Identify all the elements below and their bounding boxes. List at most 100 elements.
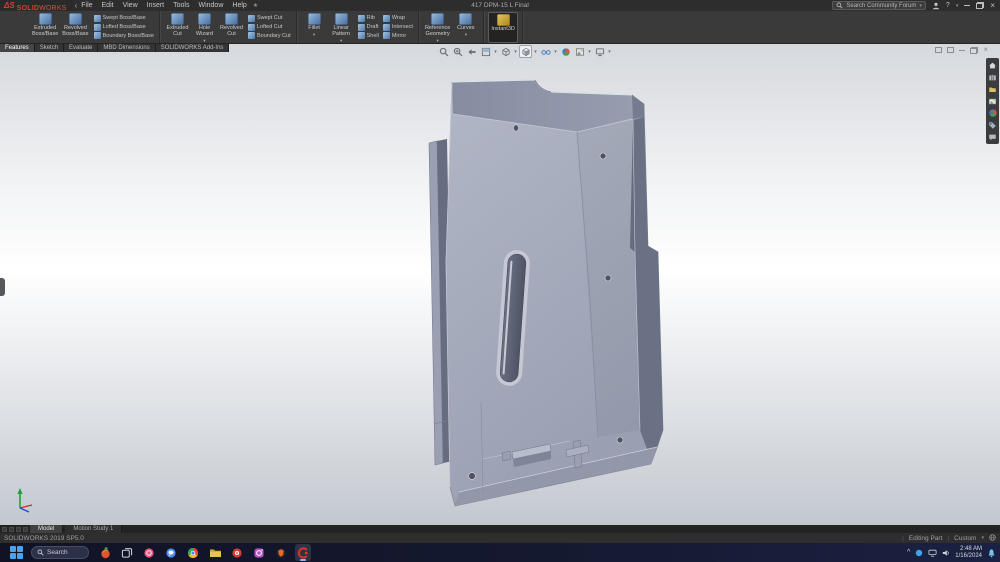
- extruded-cut-button[interactable]: ExtrudedCut: [164, 12, 191, 43]
- tab-evaluate[interactable]: Evaluate: [64, 44, 98, 52]
- previous-view-icon[interactable]: [465, 45, 478, 58]
- view-palette-icon[interactable]: [988, 96, 998, 106]
- fillet-button[interactable]: Fillet▾: [301, 12, 328, 43]
- tab-nav-next-icon[interactable]: [16, 527, 21, 532]
- design-library-icon[interactable]: [988, 72, 998, 82]
- hidden-icons-chevron[interactable]: ^: [907, 549, 910, 556]
- menu-back-chevron-icon[interactable]: ‹: [75, 1, 78, 10]
- window-cascade-icon[interactable]: [935, 47, 942, 53]
- dropdown-caret-icon[interactable]: ▾: [607, 49, 612, 55]
- menu-view[interactable]: View: [123, 0, 138, 11]
- lofted-cut-button[interactable]: Lofted Cut: [248, 23, 291, 32]
- dropdown-caret-icon[interactable]: ▾: [493, 49, 498, 55]
- units-selector[interactable]: Custom: [954, 535, 976, 542]
- curves-button[interactable]: Curves▾: [452, 12, 479, 43]
- featuremanager-collapsed-tab[interactable]: [0, 278, 5, 296]
- help-icon[interactable]: ?: [946, 2, 950, 9]
- dropdown-caret-icon[interactable]: ▾: [340, 38, 342, 43]
- revolved-cut-button[interactable]: RevolvedCut: [218, 12, 245, 43]
- taskbar-search-box[interactable]: Search: [31, 546, 89, 559]
- part-3d-scene[interactable]: [0, 52, 1000, 525]
- menu-tools[interactable]: Tools: [173, 0, 189, 11]
- section-view-icon[interactable]: [479, 45, 492, 58]
- chrome-app-icon[interactable]: [185, 544, 201, 561]
- close-icon[interactable]: ×: [990, 2, 995, 10]
- pin-icon[interactable]: ★: [253, 2, 258, 9]
- swept-cut-button[interactable]: Swept Cut: [248, 14, 291, 23]
- linear-pattern-button[interactable]: LinearPattern▾: [328, 12, 355, 43]
- search-caret-icon[interactable]: ▾: [919, 3, 922, 9]
- tab-nav-prev-icon[interactable]: [9, 527, 14, 532]
- restore-icon[interactable]: [976, 2, 984, 9]
- apply-scene-icon[interactable]: [573, 45, 586, 58]
- zoom-area-icon[interactable]: [451, 45, 464, 58]
- instant3d-button[interactable]: Instant3D: [488, 12, 518, 43]
- menu-edit[interactable]: Edit: [102, 0, 114, 11]
- part-3d-model[interactable]: [429, 80, 663, 506]
- solidworks-resources-icon[interactable]: [988, 60, 998, 70]
- widgets-button[interactable]: [97, 544, 113, 561]
- graphics-area[interactable]: [0, 52, 1000, 525]
- media-app-icon[interactable]: [229, 544, 245, 561]
- menu-insert[interactable]: Insert: [147, 0, 165, 11]
- revolved-boss-base-button[interactable]: RevolvedBoss/Base: [60, 12, 90, 43]
- solidworks-app-icon[interactable]: [295, 544, 311, 561]
- taskbar-clock[interactable]: 2:48 AM 1/16/2024: [955, 546, 982, 559]
- edit-appearance-icon[interactable]: [559, 45, 572, 58]
- zoom-fit-icon[interactable]: [437, 45, 450, 58]
- doc-minimize-icon[interactable]: [959, 50, 965, 51]
- menu-help[interactable]: Help: [232, 0, 246, 11]
- tray-blue-icon[interactable]: [915, 544, 923, 562]
- chat-app-icon[interactable]: [163, 544, 179, 561]
- tab-model[interactable]: Model: [30, 525, 63, 533]
- intersect-button[interactable]: Intersect: [383, 23, 413, 32]
- hole-wizard-button[interactable]: HoleWizard▾: [191, 12, 218, 43]
- dropdown-caret-icon[interactable]: ▾: [465, 32, 467, 37]
- dropdown-caret-icon[interactable]: ▾: [437, 38, 439, 43]
- hide-show-items-icon[interactable]: [539, 45, 552, 58]
- shell-button[interactable]: Shell: [358, 32, 379, 41]
- notification-bell-icon[interactable]: [987, 548, 996, 558]
- brave-app-icon[interactable]: [273, 544, 289, 561]
- task-view-button[interactable]: [119, 544, 135, 561]
- doc-restore-icon[interactable]: [970, 47, 978, 54]
- menu-window[interactable]: Window: [198, 0, 223, 11]
- community-search-box[interactable]: Search Community Forum ▾: [832, 1, 926, 10]
- draft-button[interactable]: Draft: [358, 23, 379, 32]
- display-tray-icon[interactable]: [928, 544, 937, 562]
- boundary-cut-button[interactable]: Boundary Cut: [248, 32, 291, 41]
- extruded-boss-base-button[interactable]: ExtrudedBoss/Base: [30, 12, 60, 43]
- custom-properties-icon[interactable]: [988, 120, 998, 130]
- dropdown-caret-icon[interactable]: ▾: [203, 38, 205, 43]
- forum-icon[interactable]: [988, 132, 998, 142]
- units-caret-icon[interactable]: ▾: [981, 535, 984, 541]
- volume-tray-icon[interactable]: [942, 544, 950, 562]
- tab-nav-first-icon[interactable]: [2, 527, 7, 532]
- user-icon[interactable]: [932, 0, 940, 15]
- file-explorer-app-icon[interactable]: [207, 544, 223, 561]
- reference-geometry-button[interactable]: ReferenceGeometry▾: [423, 12, 452, 43]
- dropdown-caret-icon[interactable]: ▾: [533, 49, 538, 55]
- tab-features[interactable]: Features: [0, 44, 35, 52]
- doc-close-icon[interactable]: ×: [983, 46, 988, 54]
- help-caret-icon[interactable]: ▾: [956, 3, 959, 9]
- view-orientation-icon[interactable]: [499, 45, 512, 58]
- file-explorer-icon[interactable]: [988, 84, 998, 94]
- rib-button[interactable]: Rib: [358, 14, 379, 23]
- display-style-icon[interactable]: [519, 45, 532, 58]
- start-button[interactable]: [10, 546, 23, 559]
- tag-globe-icon[interactable]: [989, 534, 996, 543]
- tab-solidworks-add-ins[interactable]: SOLIDWORKS Add-Ins: [156, 44, 230, 52]
- window-tile-icon[interactable]: [947, 47, 954, 53]
- menu-file[interactable]: File: [81, 0, 92, 11]
- dropdown-caret-icon[interactable]: ▾: [553, 49, 558, 55]
- minimize-icon[interactable]: [964, 5, 970, 6]
- dropdown-caret-icon[interactable]: ▾: [513, 49, 518, 55]
- tab-sketch[interactable]: Sketch: [35, 44, 64, 52]
- camera-app-icon[interactable]: [251, 544, 267, 561]
- photos-app-icon[interactable]: [141, 544, 157, 561]
- wrap-button[interactable]: Wrap: [383, 14, 413, 23]
- tab-motion-study-1[interactable]: Motion Study 1: [65, 525, 122, 533]
- tab-mbd-dimensions[interactable]: MBD Dimensions: [98, 44, 155, 52]
- view-settings-icon[interactable]: [593, 45, 606, 58]
